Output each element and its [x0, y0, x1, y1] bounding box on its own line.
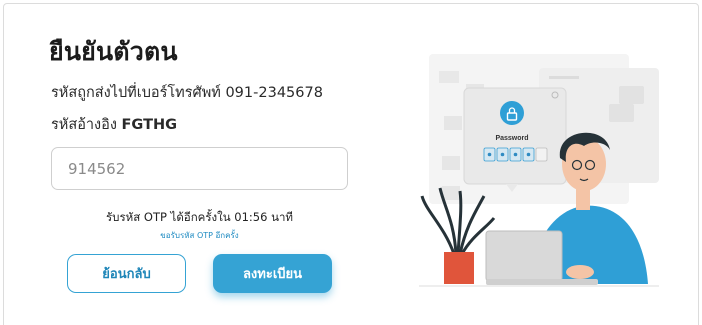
resend-otp-link[interactable]: ขอรับรหัส OTP อีกครั้ง	[51, 229, 348, 242]
password-illustration: Password	[419, 54, 659, 287]
page-title: ยืนยันตัวตน	[49, 37, 178, 66]
back-button[interactable]: ย้อนกลับ	[67, 254, 186, 293]
reference-line: รหัสอ้างอิง FGTHG	[51, 113, 177, 136]
otp-sent-message: รหัสถูกส่งไปที่เบอร์โทรศัพท์ 091-2345678	[51, 85, 323, 101]
plant-pot	[444, 252, 474, 284]
otp-input[interactable]	[51, 147, 348, 190]
register-button[interactable]: ลงทะเบียน	[213, 254, 332, 293]
reference-label: รหัสอ้างอิง	[51, 117, 117, 133]
popup-title: Password	[495, 135, 528, 142]
password-popup: Password	[463, 87, 567, 192]
resend-countdown: รับรหัส OTP ได้อีกครั้งใน 01:56 นาที	[105, 210, 293, 224]
verification-card: ยืนยันตัวตน รหัสถูกส่งไปที่เบอร์โทรศัพท์…	[3, 3, 699, 325]
reference-code: FGTHG	[121, 117, 178, 133]
password-dots	[483, 147, 548, 162]
